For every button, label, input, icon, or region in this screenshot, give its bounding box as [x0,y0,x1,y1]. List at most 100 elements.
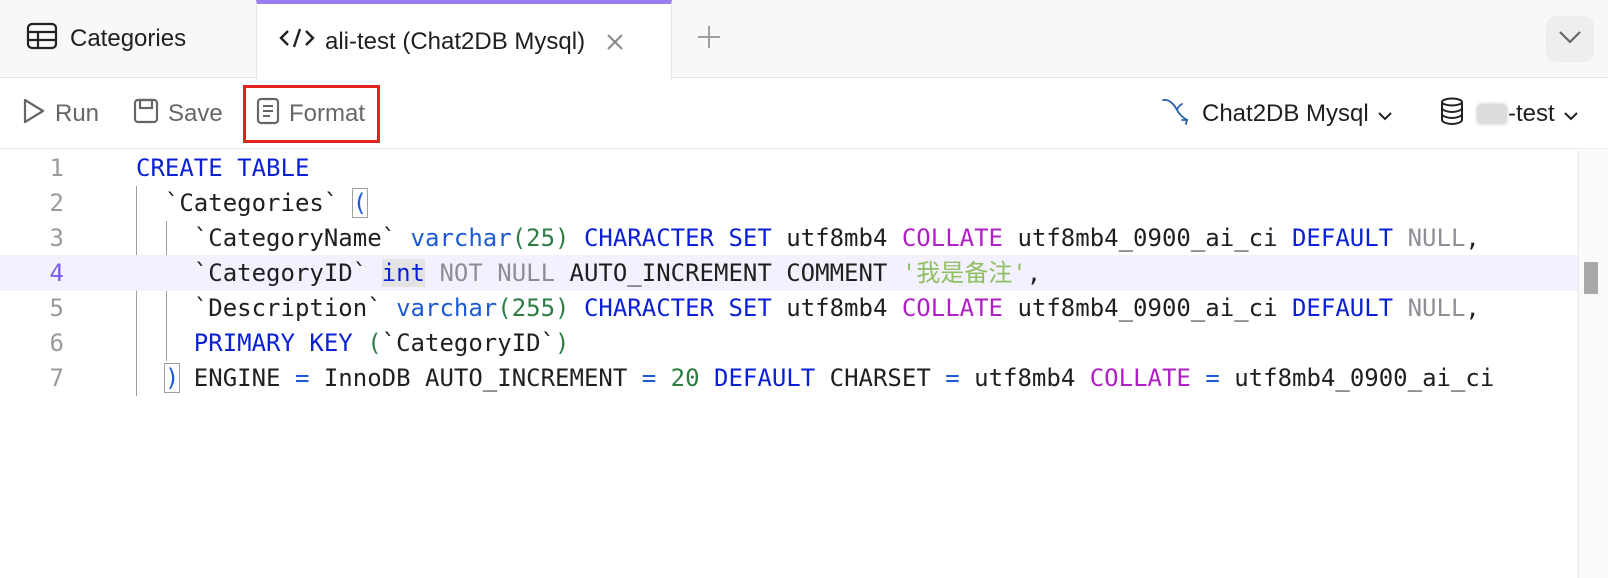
play-icon [22,97,46,132]
code-line[interactable]: 1 CREATE TABLE [0,150,1580,186]
code-token: `CategoryID` [381,329,556,357]
code-token: CREATE TABLE [136,154,310,182]
code-token: , [1465,294,1480,322]
database-icon [1440,97,1464,132]
tab-console-active[interactable]: ali-test (Chat2DB Mysql) [256,0,672,79]
code-token: , [1465,224,1480,252]
schema-label: -test [1508,100,1555,127]
code-text: `CategoryID` int NOT NULL AUTO_INCREMENT… [136,255,1041,291]
code-token: AUTO_INCREMENT COMMENT [555,259,902,287]
save-icon [133,98,159,131]
tabs-menu-button[interactable] [1546,16,1594,62]
code-token: `CategoryName` [136,224,411,252]
code-text: PRIMARY KEY (`CategoryID`) [136,325,570,361]
code-line[interactable]: 4 `CategoryID` int NOT NULL AUTO_INCREME… [0,255,1580,291]
code-token: ( [367,329,382,357]
code-line[interactable]: 5 `Description` varchar(255) CHARACTER S… [0,290,1580,326]
code-token: ) [163,363,181,393]
code-token: = [641,364,657,392]
line-number: 5 [49,294,64,322]
code-text: ) ENGINE = InnoDB AUTO_INCREMENT = 20 DE… [136,360,1494,396]
code-token: = [1205,364,1220,392]
code-token: utf8mb4_0900_ai_ci [1219,364,1495,392]
chevron-down-icon [1558,30,1582,49]
code-token: = [945,364,960,392]
redacted-text [1476,103,1508,125]
code-token: utf8mb4 [771,294,902,322]
code-token: ENGINE [179,364,295,392]
vertical-scrollbar[interactable] [1578,150,1608,578]
code-token: DEFAULT [1291,224,1394,252]
code-token: COLLATE [1089,364,1191,392]
code-token: = [294,364,310,392]
code-token: `CategoryID` [136,259,382,287]
code-text: `Categories` ( [136,185,369,221]
tab-active-label: ali-test (Chat2DB Mysql) [325,27,586,55]
code-token: '我是备注' [901,259,1027,287]
line-number: 2 [49,189,64,217]
code-line[interactable]: 2 `Categories` ( [0,185,1580,221]
scrollbar-thumb[interactable] [1584,262,1598,294]
save-button[interactable]: Save [133,79,223,149]
save-label: Save [168,100,223,127]
chevron-down-icon [1377,100,1393,128]
mysql-dolphin-icon [1160,96,1190,133]
run-label: Run [55,100,100,127]
code-token: `Description` [136,294,397,322]
code-token: CHARACTER SET [583,224,772,252]
line-number: 3 [49,224,64,252]
schema-select[interactable]: -test [1440,79,1579,149]
code-token: utf8mb4_0900_ai_ci [1003,294,1292,322]
code-token: COLLATE [901,294,1003,322]
close-icon[interactable] [605,32,625,52]
code-token: PRIMARY KEY [193,329,353,357]
code-token: `Categories` [136,189,353,217]
code-token: NULL [1393,294,1466,322]
tab-categories[interactable]: Categories [0,0,256,78]
code-token: InnoDB AUTO_INCREMENT [309,364,642,392]
code-token: (25) [511,224,570,252]
database-type-select[interactable]: Chat2DB Mysql [1160,79,1393,149]
code-token: COLLATE [901,224,1003,252]
code-text: CREATE TABLE [136,150,309,186]
code-line[interactable]: 6 PRIMARY KEY (`CategoryID`) [0,325,1580,361]
code-line[interactable]: 7 ) ENGINE = InnoDB AUTO_INCREMENT = 20 … [0,360,1580,396]
run-button[interactable]: Run [22,79,99,149]
code-line[interactable]: 3 `CategoryName` varchar(25) CHARACTER S… [0,220,1580,256]
code-token: DEFAULT [1291,294,1394,322]
sql-editor[interactable]: 1 CREATE TABLE 2 `Categories` (3 `Category… [0,150,1608,578]
document-icon [256,97,280,132]
code-token: CHARACTER SET [583,294,772,322]
code-text: `Description` varchar(255) CHARACTER SET… [136,290,1480,326]
code-icon [279,27,315,56]
format-button[interactable]: Format [243,85,381,143]
toolbar: Run Save Format Chat2DB Mysql -test [0,79,1608,149]
code-token: ) [555,329,570,357]
table-icon [26,22,58,57]
code-token: utf8mb4 [771,224,902,252]
add-tab-button[interactable] [690,20,728,58]
database-type-label: Chat2DB Mysql [1202,100,1369,127]
code-token: 20 [656,364,700,392]
code-token: int [381,259,425,287]
code-token: varchar [410,224,512,252]
plus-icon [696,24,722,55]
code-token: CHARSET [815,364,946,392]
code-token: , [1026,259,1042,287]
tab-bar: Categories ali-test (Chat2DB Mysql) [0,0,1608,79]
code-token: varchar [396,294,498,322]
tab-categories-label: Categories [70,25,187,52]
code-token: utf8mb4 [959,364,1090,392]
code-token: NULL [1393,224,1466,252]
chevron-down-icon [1563,100,1579,128]
code-token: (255) [497,294,570,322]
line-number: 4 [49,259,64,287]
code-text: `CategoryName` varchar(25) CHARACTER SET… [136,220,1480,256]
